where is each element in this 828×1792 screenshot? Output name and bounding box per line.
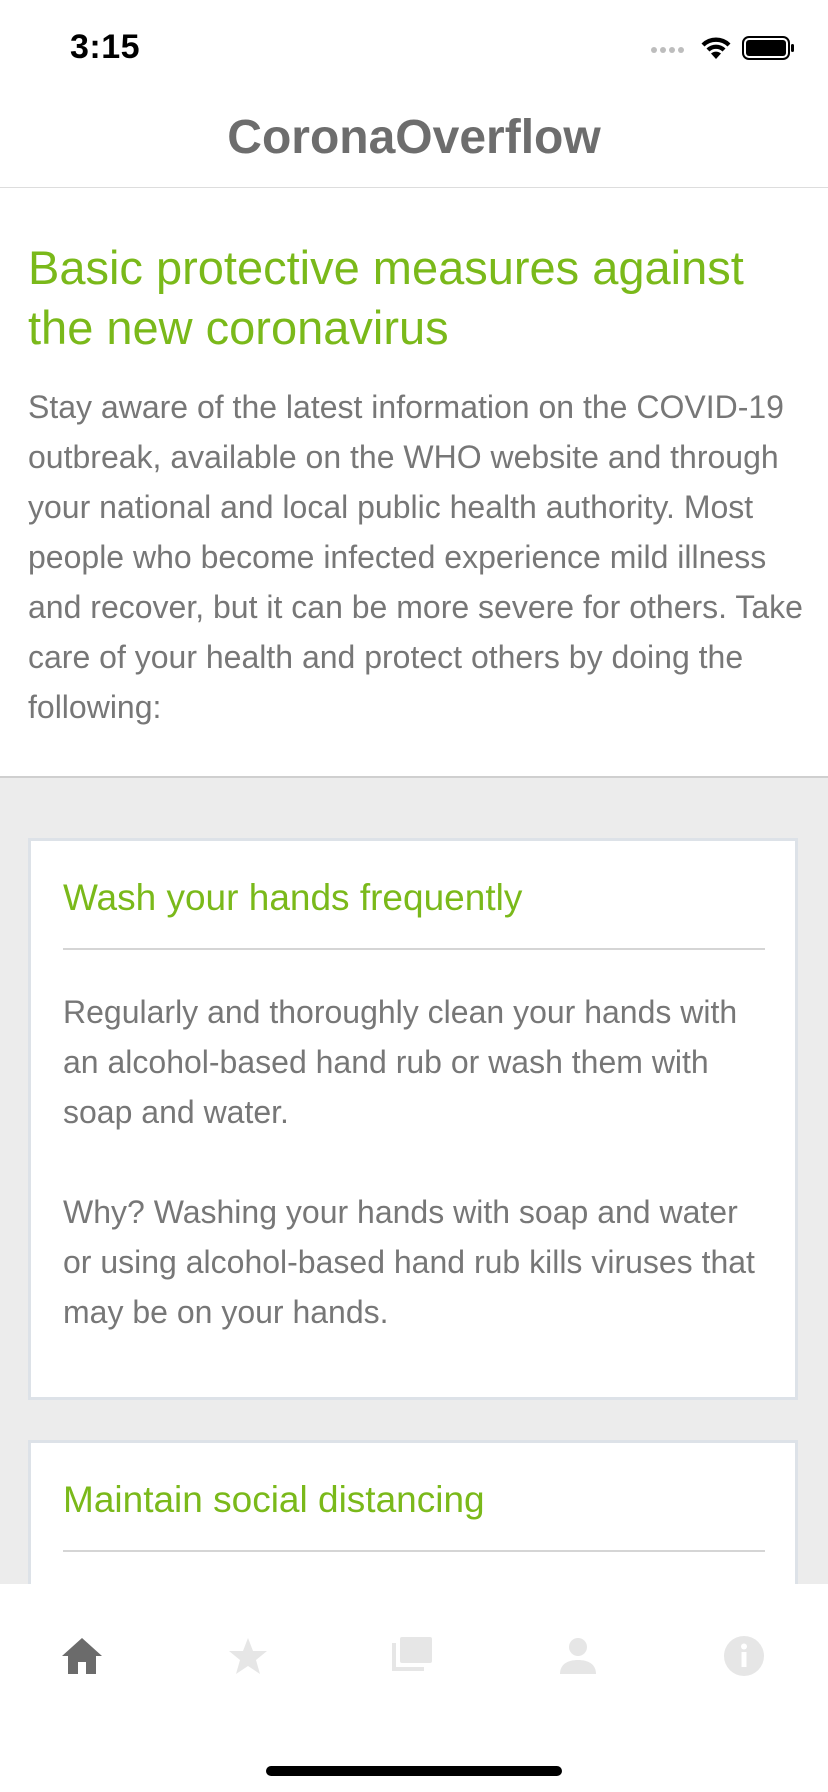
tab-home[interactable] <box>52 1628 112 1688</box>
person-icon <box>558 1636 598 1681</box>
star-icon <box>227 1636 269 1681</box>
app-screen: 3:15 CoronaOverflow Basic protective mea… <box>0 0 828 1792</box>
card-title: Maintain social distancing <box>63 1479 485 1520</box>
card-description: Regularly and thoroughly clean your hand… <box>63 994 738 1130</box>
card-title: Wash your hands frequently <box>63 877 523 918</box>
tab-forum[interactable] <box>382 1628 442 1688</box>
measure-card-wash-hands: Wash your hands frequently Regularly and… <box>28 838 798 1400</box>
card-divider <box>63 1550 765 1552</box>
tab-profile[interactable] <box>548 1628 608 1688</box>
tab-bar <box>0 1584 828 1792</box>
status-time: 3:15 <box>70 28 141 66</box>
battery-icon <box>742 35 796 66</box>
intro-section: Basic protective measures against the ne… <box>0 188 828 778</box>
home-icon <box>60 1636 104 1681</box>
measure-card-social-distancing: Maintain social distancing <box>28 1440 798 1584</box>
tab-favorites[interactable] <box>218 1628 278 1688</box>
status-icons <box>650 35 796 66</box>
card-divider <box>63 948 765 950</box>
cellular-signal-icon <box>650 41 690 59</box>
intro-body: Stay aware of the latest information on … <box>28 389 803 725</box>
navigation-bar: CoronaOverflow <box>0 96 828 188</box>
forum-icon <box>390 1635 434 1682</box>
info-icon <box>723 1635 765 1682</box>
wifi-icon <box>700 35 732 66</box>
card-why-text: Why? Washing your hands with soap and wa… <box>63 1194 755 1330</box>
intro-heading: Basic protective measures against the ne… <box>28 241 744 354</box>
measures-list[interactable]: Wash your hands frequently Regularly and… <box>0 778 828 1584</box>
tab-info[interactable] <box>714 1628 774 1688</box>
home-indicator[interactable] <box>266 1766 562 1776</box>
status-bar: 3:15 <box>0 0 828 96</box>
app-title: CoronaOverflow <box>227 111 601 164</box>
